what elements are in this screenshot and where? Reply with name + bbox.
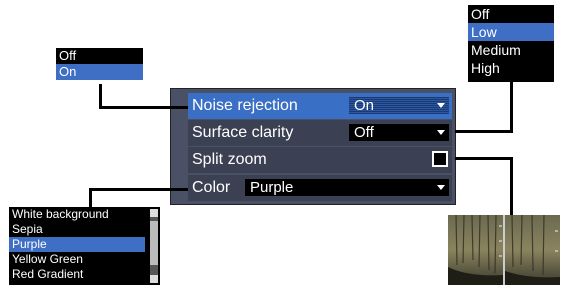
clarity-option-high[interactable]: High [468,59,554,77]
connector-line [455,130,513,133]
split-zoom-preview-image [448,215,560,285]
clarity-option-medium[interactable]: Medium [468,41,554,59]
color-value: Purple [250,179,294,196]
scroll-down-icon[interactable] [150,275,158,283]
clarity-option-off[interactable]: Off [468,5,554,23]
surface-clarity-popup: Off Low Medium High [468,5,554,82]
noise-rejection-label: Noise rejection [192,97,298,114]
color-label: Color [192,179,231,196]
color-options-list: White background Sepia Purple Yellow Gre… [9,207,160,285]
row-noise-rejection[interactable]: Noise rejection On [188,93,452,119]
chevron-down-icon [437,130,445,135]
surface-clarity-dropdown[interactable]: Off [349,124,449,141]
color-option-yellow-green[interactable]: Yellow Green [9,252,145,267]
noise-rejection-popup: Off On [56,48,143,80]
scrollbar-thumb[interactable] [150,221,158,265]
noise-popup-option-on[interactable]: On [56,64,143,80]
noise-rejection-value: On [354,97,375,114]
scroll-up-icon[interactable] [150,209,158,217]
connector-line [510,157,513,215]
row-color[interactable]: Color Purple [188,175,452,201]
clarity-option-low[interactable]: Low [468,23,554,41]
split-zoom-label: Split zoom [192,151,267,168]
surface-clarity-label: Surface clarity [192,124,294,141]
connector-line [455,157,513,160]
chevron-down-icon [437,185,445,190]
row-surface-clarity[interactable]: Surface clarity Off [188,120,452,146]
color-option-white-background[interactable]: White background [9,207,145,222]
noise-popup-option-off[interactable]: Off [56,48,143,64]
connector-line [89,188,92,207]
connector-line [89,188,188,191]
color-option-sepia[interactable]: Sepia [9,222,145,237]
surface-clarity-value: Off [354,124,374,141]
row-split-zoom[interactable]: Split zoom [188,147,452,173]
noise-rejection-dropdown[interactable]: On [349,97,449,114]
color-option-red-gradient[interactable]: Red Gradient [9,267,145,282]
color-option-purple[interactable]: Purple [9,237,145,252]
chevron-down-icon [437,103,445,108]
connector-line [510,82,513,133]
connector-line [99,106,188,109]
split-zoom-checkbox[interactable] [432,151,448,167]
color-list-scrollbar[interactable] [150,209,158,283]
color-dropdown[interactable]: Purple [245,179,449,196]
sonar-settings-panel: Noise rejection On Surface clarity Off S… [170,88,456,205]
